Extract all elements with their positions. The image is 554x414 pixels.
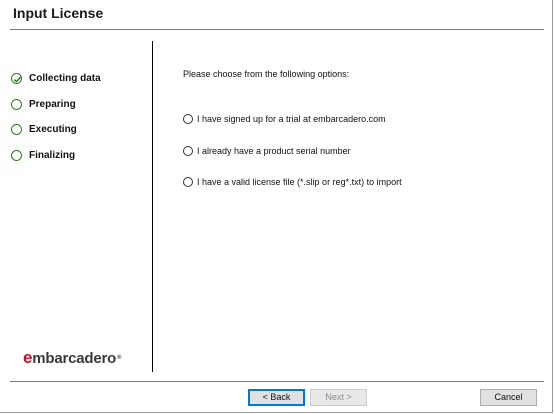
bottom-divider xyxy=(10,381,544,382)
option-license-file[interactable]: I have a valid license file (*.slip or r… xyxy=(183,177,402,187)
radio-button[interactable] xyxy=(183,114,193,124)
next-button[interactable]: Next > xyxy=(310,389,367,406)
option-trial[interactable]: I have signed up for a trial at embarcad… xyxy=(183,114,386,124)
step-label: Finalizing xyxy=(29,149,76,161)
circle-icon xyxy=(11,149,22,161)
radio-button[interactable] xyxy=(183,146,193,156)
step-label: Executing xyxy=(29,124,77,136)
logo-text: mbarcadero xyxy=(32,349,117,367)
step-finalizing: Finalizing xyxy=(11,143,101,169)
option-label[interactable]: I already have a product serial number xyxy=(197,146,351,156)
back-button[interactable]: < Back xyxy=(248,389,305,406)
step-collecting-data: Collecting data xyxy=(11,66,101,92)
top-divider xyxy=(10,29,544,30)
embarcadero-logo: e mbarcadero ® xyxy=(23,348,122,368)
step-label: Collecting data xyxy=(29,73,101,85)
circle-icon xyxy=(11,124,22,136)
cancel-button[interactable]: Cancel xyxy=(480,389,537,406)
circle-icon xyxy=(11,98,22,110)
logo-e-mark: e xyxy=(23,348,33,367)
option-serial-number[interactable]: I already have a product serial number xyxy=(183,146,351,156)
option-label[interactable]: I have signed up for a trial at embarcad… xyxy=(197,114,386,124)
step-label: Preparing xyxy=(29,98,76,110)
options-prompt: Please choose from the following options… xyxy=(183,69,350,79)
page-title: Input License xyxy=(13,5,104,21)
vertical-divider xyxy=(152,41,153,372)
step-executing: Executing xyxy=(11,117,101,143)
logo-trademark: ® xyxy=(117,355,122,361)
option-label[interactable]: I have a valid license file (*.slip or r… xyxy=(197,177,402,187)
radio-button[interactable] xyxy=(183,177,193,187)
check-circle-icon xyxy=(11,73,22,85)
step-preparing: Preparing xyxy=(11,92,101,118)
step-list: Collecting data Preparing Executing Fina… xyxy=(11,66,101,168)
